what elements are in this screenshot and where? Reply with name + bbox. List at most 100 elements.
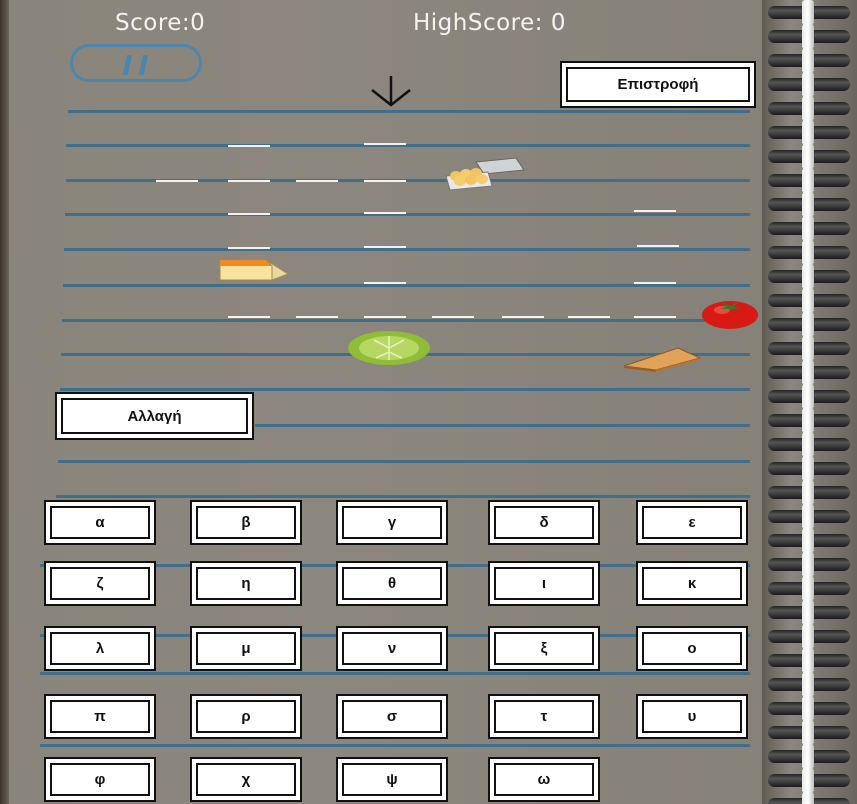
letter-key[interactable]: ο <box>636 626 748 671</box>
spiral-coil <box>768 240 850 265</box>
letter-key[interactable]: γ <box>336 500 448 545</box>
spiral-coil <box>768 216 850 241</box>
spiral-coil <box>768 72 850 97</box>
spiral-coil <box>768 336 850 361</box>
letter-blank <box>228 180 270 182</box>
letter-blank <box>364 246 406 248</box>
letter-blank <box>156 180 198 182</box>
letter-key[interactable]: ζ <box>44 561 156 606</box>
letter-key[interactable]: σ <box>336 694 448 739</box>
letter-key[interactable]: υ <box>636 694 748 739</box>
ruled-line <box>62 319 750 322</box>
letter-blank <box>364 180 406 182</box>
board-edge <box>0 0 9 804</box>
letter-blank <box>228 247 270 249</box>
letter-key[interactable]: ν <box>336 626 448 671</box>
ruled-line <box>60 388 750 391</box>
spiral-coil <box>768 48 850 73</box>
letter-blank <box>228 145 270 147</box>
ruled-line <box>65 213 750 216</box>
spiral-coil <box>768 480 850 505</box>
letter-key[interactable]: ι <box>488 561 600 606</box>
spiral-coil <box>768 576 850 601</box>
spiral-coil <box>768 144 850 169</box>
letter-blank <box>634 210 676 212</box>
letter-key[interactable]: ψ <box>336 757 448 802</box>
spiral-coil <box>768 120 850 145</box>
spiral-coil <box>768 624 850 649</box>
spiral-coil <box>768 96 850 121</box>
letter-blank <box>228 213 270 215</box>
letter-blank <box>364 212 406 214</box>
spiral-coil <box>768 312 850 337</box>
spiral-coil <box>768 360 850 385</box>
game-board: Score:0 HighScore: 0 Επιστροφή Αλλαγή α … <box>0 0 857 804</box>
ruled-line <box>56 495 750 498</box>
letter-key[interactable]: φ <box>44 757 156 802</box>
letter-key[interactable]: χ <box>190 757 302 802</box>
letter-key[interactable]: κ <box>636 561 748 606</box>
letter-key[interactable]: λ <box>44 626 156 671</box>
spiral-coil <box>768 0 850 25</box>
spiral-coil <box>768 168 850 193</box>
high-score-display: HighScore: 0 <box>413 10 566 36</box>
letter-blank <box>364 316 406 318</box>
letter-blank <box>432 316 474 318</box>
pause-icon[interactable] <box>70 44 202 82</box>
ruled-line <box>40 744 750 747</box>
egg-carton-icon <box>445 157 525 191</box>
ruled-line <box>58 460 750 463</box>
letter-blank <box>364 282 406 284</box>
spiral-coil <box>768 288 850 313</box>
spiral-coil <box>768 648 850 673</box>
letter-key[interactable]: η <box>190 561 302 606</box>
letter-key[interactable]: ρ <box>190 694 302 739</box>
letter-blank <box>634 282 676 284</box>
tomato-icon <box>702 301 758 329</box>
ruled-line <box>63 284 750 287</box>
letter-blank <box>568 316 610 318</box>
score-display: Score:0 <box>115 10 206 36</box>
letter-key[interactable]: π <box>44 694 156 739</box>
spiral-coil <box>768 24 850 49</box>
lettuce-icon <box>348 331 430 365</box>
letter-key[interactable]: θ <box>336 561 448 606</box>
spiral-coil <box>768 432 850 457</box>
letter-blank <box>296 180 338 182</box>
pie-slice-icon <box>623 347 702 372</box>
back-button[interactable]: Επιστροφή <box>560 61 756 108</box>
spiral-coil <box>768 720 850 745</box>
cheese-icon <box>219 259 290 281</box>
spiral-coil <box>768 600 850 625</box>
spiral-coil <box>768 552 850 577</box>
spiral-coil <box>768 384 850 409</box>
letter-blank <box>637 245 679 247</box>
letter-key[interactable]: α <box>44 500 156 545</box>
spiral-coil <box>768 408 850 433</box>
spiral-coil <box>768 696 850 721</box>
letter-key[interactable]: ξ <box>488 626 600 671</box>
spiral-coil <box>768 792 850 804</box>
letter-blank <box>228 316 270 318</box>
ruled-line <box>64 248 750 251</box>
letter-blank <box>502 316 544 318</box>
spiral-coil <box>768 192 850 217</box>
letter-key[interactable]: ε <box>636 500 748 545</box>
spiral-coil <box>768 672 850 697</box>
letter-blank <box>296 316 338 318</box>
ruled-line <box>40 672 750 675</box>
letter-key[interactable]: δ <box>488 500 600 545</box>
spiral-coil <box>768 456 850 481</box>
spiral-coil <box>768 744 850 769</box>
ruled-line <box>66 144 750 147</box>
letter-key[interactable]: ω <box>488 757 600 802</box>
spiral-coil <box>768 504 850 529</box>
spiral-coil <box>768 264 850 289</box>
letter-key[interactable]: β <box>190 500 302 545</box>
letter-blank <box>364 143 406 145</box>
letter-key[interactable]: τ <box>488 694 600 739</box>
change-button[interactable]: Αλλαγή <box>55 392 254 440</box>
ruled-line <box>255 424 750 427</box>
letter-key[interactable]: μ <box>190 626 302 671</box>
spiral-binding <box>762 0 857 804</box>
